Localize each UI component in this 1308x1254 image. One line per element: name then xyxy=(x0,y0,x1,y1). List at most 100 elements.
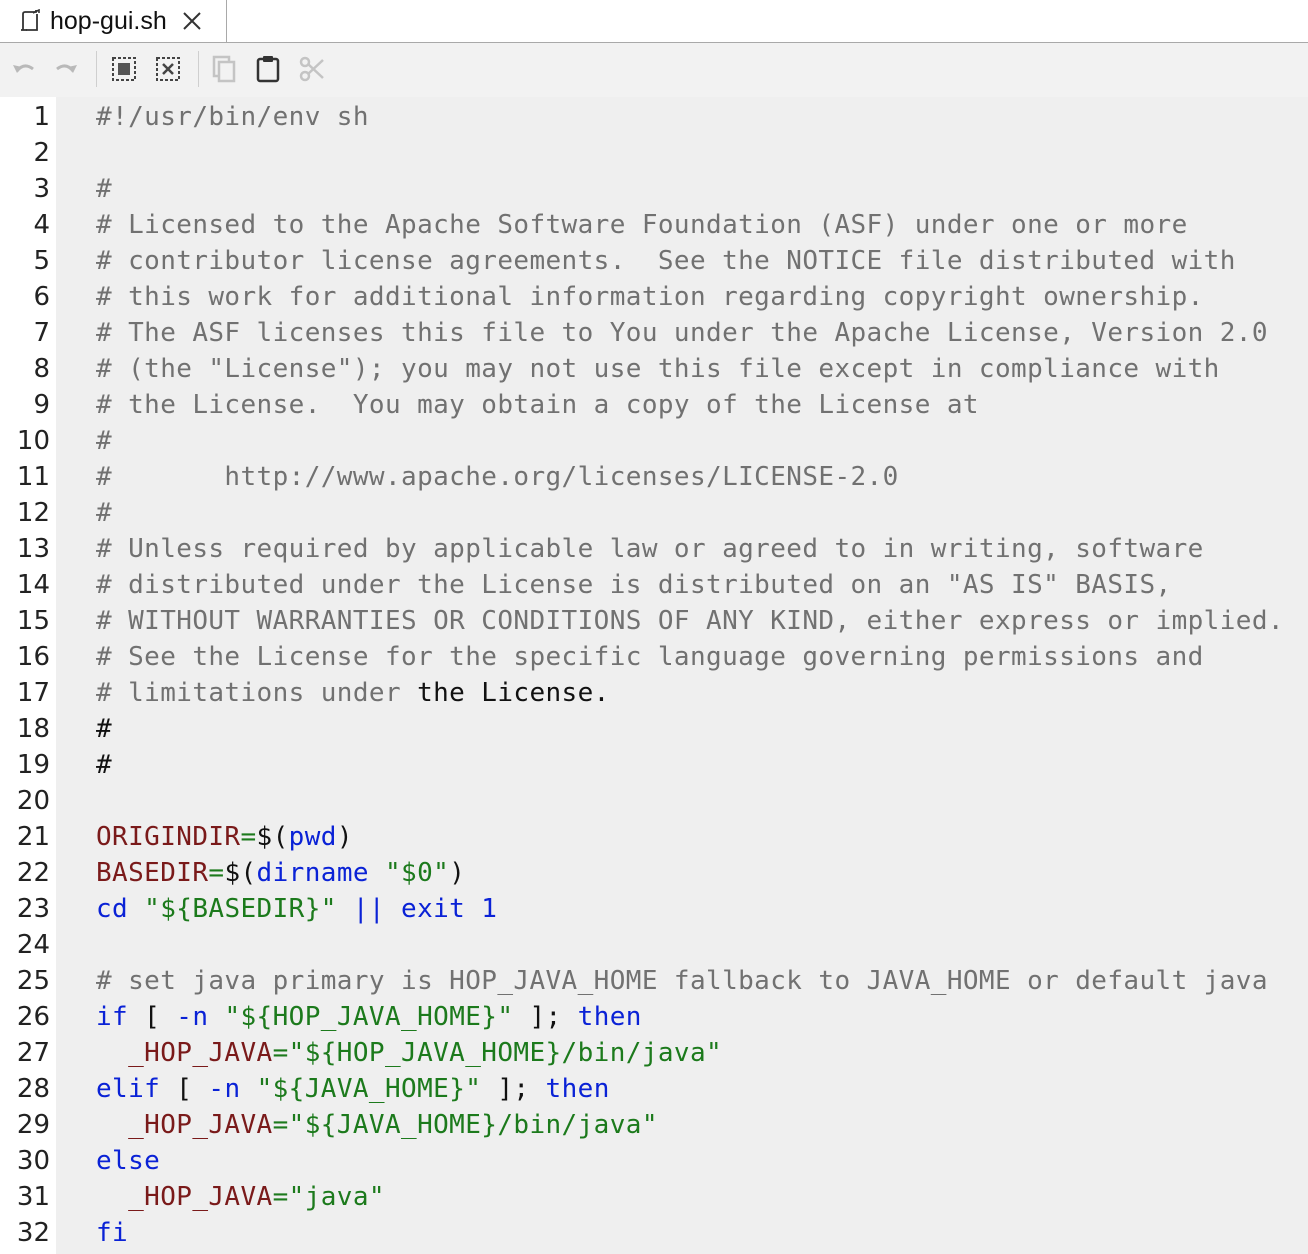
code-token: dirname xyxy=(256,858,369,888)
code-token: # (the "License"); you may not use this … xyxy=(96,354,1220,384)
unselect-all-icon[interactable] xyxy=(152,53,184,85)
line-number: 18 xyxy=(16,714,50,744)
code-line[interactable]: # limitations under the License. xyxy=(96,675,610,711)
code-token: ]; xyxy=(481,1074,546,1104)
code-line[interactable]: ORIGINDIR=$(pwd) xyxy=(96,819,353,855)
code-token: = xyxy=(240,822,257,852)
tab-bar: hop-gui.sh xyxy=(0,0,1308,43)
code-line[interactable]: # distributed under the License is distr… xyxy=(96,567,1172,603)
code-line[interactable]: # See the License for the specific langu… xyxy=(96,639,1204,675)
code-token: # Licensed to the Apache Software Founda… xyxy=(96,210,1188,240)
paste-icon[interactable] xyxy=(252,53,284,85)
code-line[interactable]: # xyxy=(96,711,112,747)
code-line[interactable]: _HOP_JAVA="java" xyxy=(96,1179,385,1215)
code-token: ="${JAVA_HOME}/bin/java" xyxy=(272,1110,658,1140)
code-line[interactable]: else xyxy=(96,1143,160,1179)
line-number: 27 xyxy=(16,1038,50,1068)
code-line[interactable]: # xyxy=(96,747,112,783)
cut-icon[interactable] xyxy=(296,53,328,85)
code-line[interactable]: # this work for additional information r… xyxy=(96,279,1204,315)
line-number: 31 xyxy=(16,1182,50,1212)
code-token: else xyxy=(96,1146,161,1176)
line-number: 19 xyxy=(16,750,50,780)
line-number: 1 xyxy=(33,102,50,132)
line-number: 12 xyxy=(16,498,50,528)
undo-icon[interactable] xyxy=(8,53,40,85)
line-number: 10 xyxy=(16,426,50,456)
tab-label: hop-gui.sh xyxy=(50,6,167,35)
toolbar xyxy=(0,43,1308,97)
code-line[interactable]: # (the "License"); you may not use this … xyxy=(96,351,1220,387)
code-line[interactable]: cd "${BASEDIR}" || exit 1 xyxy=(96,891,497,927)
code-line[interactable]: # Unless required by applicable law or a… xyxy=(96,531,1204,567)
code-line[interactable]: # xyxy=(96,495,112,531)
code-token: ) xyxy=(336,822,353,852)
code-token: = xyxy=(208,858,225,888)
toolbar-separator xyxy=(96,51,97,87)
line-number: 29 xyxy=(16,1110,50,1140)
code-line[interactable]: BASEDIR=$(dirname "$0") xyxy=(96,855,465,891)
code-line[interactable]: _HOP_JAVA="${HOP_JAVA_HOME}/bin/java" xyxy=(96,1035,722,1071)
code-token: _HOP_JAVA xyxy=(96,1110,273,1140)
code-token: # limitations under xyxy=(96,678,418,708)
code-token: # distributed under the License is distr… xyxy=(96,570,1172,600)
code-token: # xyxy=(96,174,113,204)
code-token: [ xyxy=(160,1074,209,1104)
copy-icon[interactable] xyxy=(208,53,240,85)
code-line[interactable]: # The ASF licenses this file to You unde… xyxy=(96,315,1268,351)
code-token: $( xyxy=(224,858,257,888)
code-token: if xyxy=(96,1002,129,1032)
code-line[interactable]: # contributor license agreements. See th… xyxy=(96,243,1236,279)
line-number: 13 xyxy=(16,534,50,564)
tab-hop-gui[interactable]: hop-gui.sh xyxy=(6,0,227,42)
code-token: || exit 1 xyxy=(336,894,498,924)
code-token: $( xyxy=(256,822,289,852)
line-number: 14 xyxy=(16,570,50,600)
code-token: # xyxy=(96,714,113,744)
code-token: # Unless required by applicable law or a… xyxy=(96,534,1204,564)
code-editor[interactable]: 1 2 3 4 5 6 7 8 9 10 11 12 13 14 15 16 17 18 19 20 21 22 23 24 2… xyxy=(0,97,1308,1254)
code-line[interactable]: # WITHOUT WARRANTIES OR CONDITIONS OF AN… xyxy=(96,603,1284,639)
code-token: ORIGINDIR xyxy=(96,822,241,852)
code-token: ) xyxy=(449,858,466,888)
code-token: ]; xyxy=(513,1002,578,1032)
code-line[interactable]: # the License. You may obtain a copy of … xyxy=(96,387,979,423)
line-number: 15 xyxy=(16,606,50,636)
code-line[interactable]: # http://www.apache.org/licenses/LICENSE… xyxy=(96,459,899,495)
code-token: # set java primary is HOP_JAVA_HOME fall… xyxy=(96,966,1268,996)
code-token: BASEDIR xyxy=(96,858,209,888)
close-icon[interactable] xyxy=(181,10,203,32)
code-token: #!/usr/bin/env sh xyxy=(96,102,369,132)
code-token: cd xyxy=(96,894,129,924)
line-number: 5 xyxy=(33,246,50,276)
code-token: "$0" xyxy=(384,858,450,888)
code-line[interactable]: # Licensed to the Apache Software Founda… xyxy=(96,207,1188,243)
code-line[interactable]: _HOP_JAVA="${JAVA_HOME}/bin/java" xyxy=(96,1107,658,1143)
line-number: 23 xyxy=(16,894,50,924)
code-line[interactable]: # xyxy=(96,423,112,459)
code-token: fi xyxy=(96,1218,129,1248)
redo-icon[interactable] xyxy=(50,53,82,85)
line-number-gutter: 1 2 3 4 5 6 7 8 9 10 11 12 13 14 15 16 17 18 19 20 21 22 23 24 2… xyxy=(0,97,56,1254)
code-line[interactable]: # xyxy=(96,171,112,207)
code-line[interactable]: if [ -n "${HOP_JAVA_HOME}" ]; then xyxy=(96,999,642,1035)
select-all-icon[interactable] xyxy=(108,53,140,85)
code-token: "${JAVA_HOME}" xyxy=(256,1074,482,1104)
code-token: "${BASEDIR}" xyxy=(144,894,337,924)
line-number: 2 xyxy=(33,138,50,168)
code-line[interactable]: fi xyxy=(96,1215,128,1251)
line-number: 8 xyxy=(33,354,50,384)
code-line[interactable]: #!/usr/bin/env sh xyxy=(96,99,369,135)
line-number: 9 xyxy=(33,390,50,420)
code-token: then xyxy=(577,1002,642,1032)
code-token: "${HOP_JAVA_HOME}" xyxy=(224,1002,514,1032)
code-token: ="java" xyxy=(272,1182,385,1212)
code-line[interactable]: # set java primary is HOP_JAVA_HOME fall… xyxy=(96,963,1268,999)
code-line[interactable]: elif [ -n "${JAVA_HOME}" ]; then xyxy=(96,1071,610,1107)
code-token: -n xyxy=(176,1002,209,1032)
code-token: # xyxy=(96,426,113,456)
code-token: # The ASF licenses this file to You unde… xyxy=(96,318,1268,348)
